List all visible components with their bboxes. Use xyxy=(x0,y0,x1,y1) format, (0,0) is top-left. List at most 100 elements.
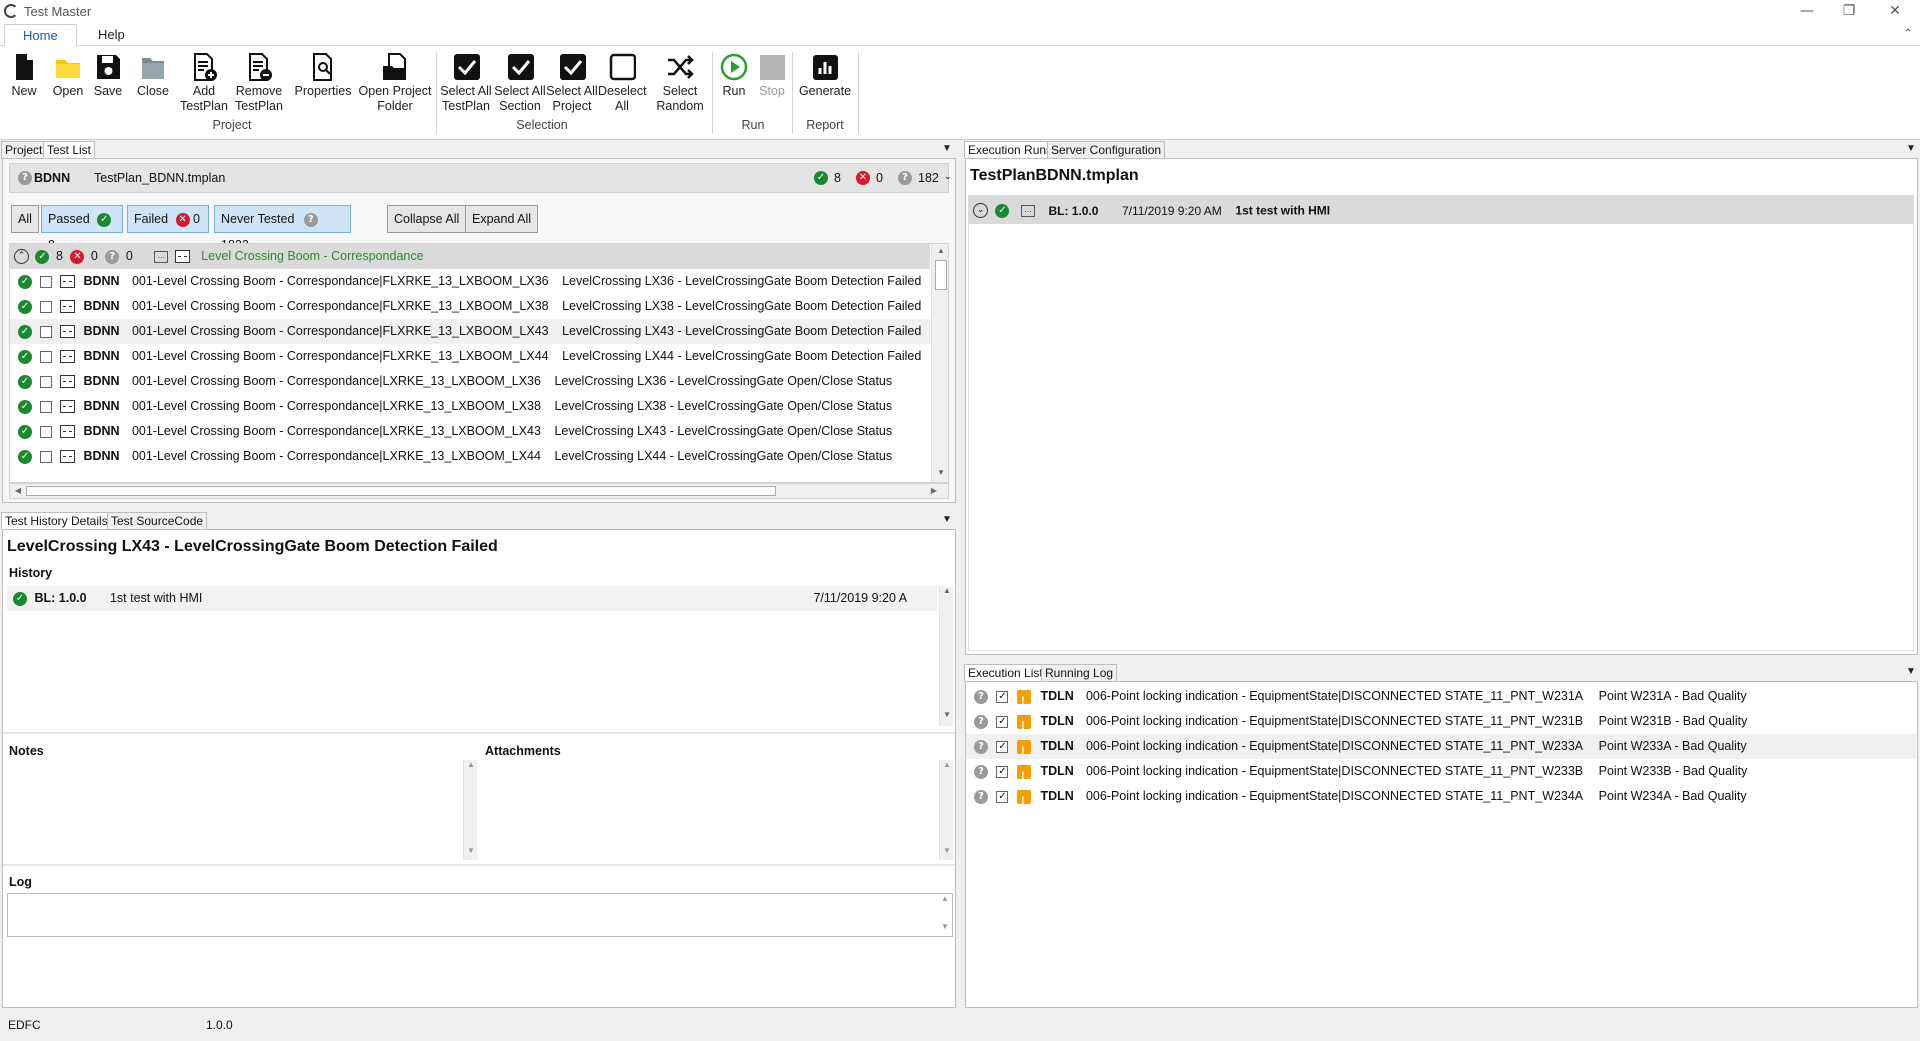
deselect-all-button[interactable]: Deselect All xyxy=(598,52,647,114)
add-testplan-button[interactable]: Add TestPlan xyxy=(180,52,228,114)
open-button[interactable]: Open xyxy=(50,52,86,99)
tab-execution-list[interactable]: Execution List xyxy=(964,664,1047,682)
scroll-down-icon[interactable]: ▼ xyxy=(938,922,952,931)
filter-passed-button[interactable]: Passed ✓ 8 xyxy=(41,205,123,252)
notes-textarea[interactable]: ▲ ▼ xyxy=(7,760,477,860)
scroll-up-icon[interactable]: ▲ xyxy=(933,244,948,258)
exec-row[interactable]: ? ✓ TDLN 006-Point locking indication - … xyxy=(966,759,1916,789)
row-checkbox-checked[interactable]: ✓ xyxy=(996,690,1009,703)
folder-document-icon xyxy=(381,52,409,82)
save-button[interactable]: Save xyxy=(90,52,126,99)
run-row[interactable]: ⌄ ✓ … BL: 1.0.0 7/11/2019 9:20 AM 1st te… xyxy=(969,196,1913,224)
select-all-section-button[interactable]: Select All Section xyxy=(492,52,548,114)
remove-testplan-button[interactable]: Remove TestPlan xyxy=(234,52,284,114)
scroll-up-icon[interactable]: ▲ xyxy=(938,894,952,903)
new-button[interactable]: New xyxy=(8,52,40,99)
more-dots-icon[interactable]: … xyxy=(1020,204,1035,217)
generate-report-button[interactable]: Generate xyxy=(796,52,854,99)
log-textbox[interactable]: ▲ ▼ xyxy=(7,893,953,937)
restore-button[interactable]: ❐ xyxy=(1826,0,1872,22)
pane-menu-icon[interactable]: ▼ xyxy=(1906,143,1916,154)
more-dots-icon[interactable]: … xyxy=(154,250,169,263)
vertical-scrollbar[interactable]: ▲ ▼ xyxy=(939,760,953,860)
chevron-down-icon[interactable]: ⌄ xyxy=(944,171,952,182)
tab-home[interactable]: Home xyxy=(4,24,77,46)
group-row[interactable]: ⌃ ✓ 8 ✕ 0 ? 0 … Level Crossing Boom - Co… xyxy=(10,244,930,269)
stop-button[interactable]: Stop xyxy=(756,52,788,99)
row-checkbox[interactable] xyxy=(40,375,53,388)
minimize-button[interactable]: — xyxy=(1784,0,1830,22)
row-checkbox[interactable] xyxy=(40,450,53,463)
scroll-down-icon[interactable]: ▼ xyxy=(933,466,948,480)
row-checkbox[interactable] xyxy=(40,425,53,438)
test-row[interactable]: ✓ BDNN 001-Level Crossing Boom - Corresp… xyxy=(10,444,930,469)
row-checkbox[interactable] xyxy=(40,400,53,413)
test-row[interactable]: ✓ BDNN 001-Level Crossing Boom - Corresp… xyxy=(10,269,930,294)
filter-never-tested-button[interactable]: Never Tested ? 1822 xyxy=(214,205,351,252)
exec-row[interactable]: ? ✓ TDLN 006-Point locking indication - … xyxy=(966,784,1916,814)
row-checkbox[interactable] xyxy=(40,350,53,363)
expand-icon[interactable]: ⌄ xyxy=(973,203,988,219)
row-checkbox-checked[interactable]: ✓ xyxy=(996,715,1009,728)
scroll-up-icon[interactable]: ▲ xyxy=(464,760,478,769)
attachments-list[interactable]: ▲ ▼ xyxy=(483,760,953,860)
collapse-icon[interactable]: ⌃ xyxy=(14,249,29,265)
history-row[interactable]: ✓ BL: 1.0.0 1st test with HMI 7/11/2019 … xyxy=(7,586,937,611)
open-project-folder-button[interactable]: Open Project Folder xyxy=(356,52,434,114)
scroll-right-icon[interactable]: ▶ xyxy=(926,484,942,498)
scroll-up-icon[interactable]: ▲ xyxy=(940,760,954,769)
scroll-left-icon[interactable]: ◀ xyxy=(10,484,26,498)
scroll-down-icon[interactable]: ▼ xyxy=(464,846,478,855)
close-window-button[interactable]: ✕ xyxy=(1872,0,1918,22)
scroll-up-icon[interactable]: ▲ xyxy=(940,586,954,595)
tab-test-history-details[interactable]: Test History Details xyxy=(1,512,112,530)
exec-row-hover[interactable]: ? ✓ TDLN 006-Point locking indication - … xyxy=(966,734,1916,764)
collapse-all-button[interactable]: Collapse All xyxy=(387,205,467,233)
scroll-thumb[interactable] xyxy=(26,486,776,496)
row-checkbox[interactable] xyxy=(40,275,53,288)
row-checkbox-checked[interactable]: ✓ xyxy=(996,765,1009,778)
scroll-thumb[interactable] xyxy=(935,260,947,290)
plan-header[interactable]: ? BDNN TestPlan_BDNN.tmplan ✓ 8 ✕ 0 ? 18… xyxy=(9,163,952,193)
tab-test-sourcecode[interactable]: Test SourceCode xyxy=(107,512,208,530)
vertical-scrollbar[interactable]: ▲ ▼ xyxy=(931,244,948,482)
scroll-down-icon[interactable]: ▼ xyxy=(940,710,954,719)
tab-help[interactable]: Help xyxy=(80,24,143,46)
expand-all-button[interactable]: Expand All xyxy=(465,205,539,233)
filter-failed-button[interactable]: Failed ✕ 0 xyxy=(127,205,209,233)
test-row[interactable]: ✓ BDNN 001-Level Crossing Boom - Corresp… xyxy=(10,419,930,444)
vertical-scrollbar[interactable]: ▲ ▼ xyxy=(939,586,953,726)
exec-row[interactable]: ? ✓ TDLN 006-Point locking indication - … xyxy=(966,684,1916,714)
test-row[interactable]: ✓ BDNN 001-Level Crossing Boom - Corresp… xyxy=(10,294,930,319)
filter-all-button[interactable]: All xyxy=(11,205,39,233)
test-row[interactable]: ✓ BDNN 001-Level Crossing Boom - Corresp… xyxy=(10,369,930,394)
execution-runs-pane: Execution Runs Server Configuration ▼ Te… xyxy=(962,141,1920,655)
pane-menu-icon[interactable]: ▼ xyxy=(942,514,952,525)
close-project-button[interactable]: Close xyxy=(135,52,171,99)
row-checkbox-checked[interactable]: ✓ xyxy=(996,740,1009,753)
exec-row[interactable]: ? ✓ TDLN 006-Point locking indication - … xyxy=(966,709,1916,739)
row-checkbox[interactable] xyxy=(40,300,53,313)
test-row[interactable]: ✓ BDNN 001-Level Crossing Boom - Corresp… xyxy=(10,394,930,419)
select-random-button[interactable]: Select Random xyxy=(654,52,706,114)
select-all-testplan-button[interactable]: Select All TestPlan xyxy=(438,52,494,114)
pane-menu-icon[interactable]: ▼ xyxy=(1906,666,1916,677)
run-button[interactable]: Run xyxy=(718,52,750,99)
properties-button[interactable]: Properties xyxy=(292,52,354,99)
row-checkbox-checked[interactable]: ✓ xyxy=(996,790,1009,803)
tab-running-log[interactable]: Running Log xyxy=(1041,664,1118,682)
ribbon-collapse-icon[interactable]: ⌃ xyxy=(1904,28,1912,39)
tab-test-list[interactable]: Test List xyxy=(43,141,96,159)
runs-list: ⌄ ✓ … BL: 1.0.0 7/11/2019 9:20 AM 1st te… xyxy=(968,195,1914,651)
pane-menu-icon[interactable]: ▼ xyxy=(942,143,952,154)
tab-project[interactable]: Project xyxy=(1,141,47,159)
tab-server-configuration[interactable]: Server Configuration xyxy=(1047,141,1166,159)
scroll-down-icon[interactable]: ▼ xyxy=(940,846,954,855)
horizontal-scrollbar[interactable]: ◀ ▶ xyxy=(9,483,949,499)
test-row[interactable]: ✓ BDNN 001-Level Crossing Boom - Corresp… xyxy=(10,344,930,369)
row-checkbox[interactable] xyxy=(40,325,53,338)
select-all-project-button[interactable]: Select All Project xyxy=(544,52,600,114)
vertical-scrollbar[interactable]: ▲ ▼ xyxy=(463,760,477,860)
test-row-selected[interactable]: ✓ BDNN 001-Level Crossing Boom - Corresp… xyxy=(10,319,930,344)
tab-execution-runs[interactable]: Execution Runs xyxy=(964,141,1057,159)
